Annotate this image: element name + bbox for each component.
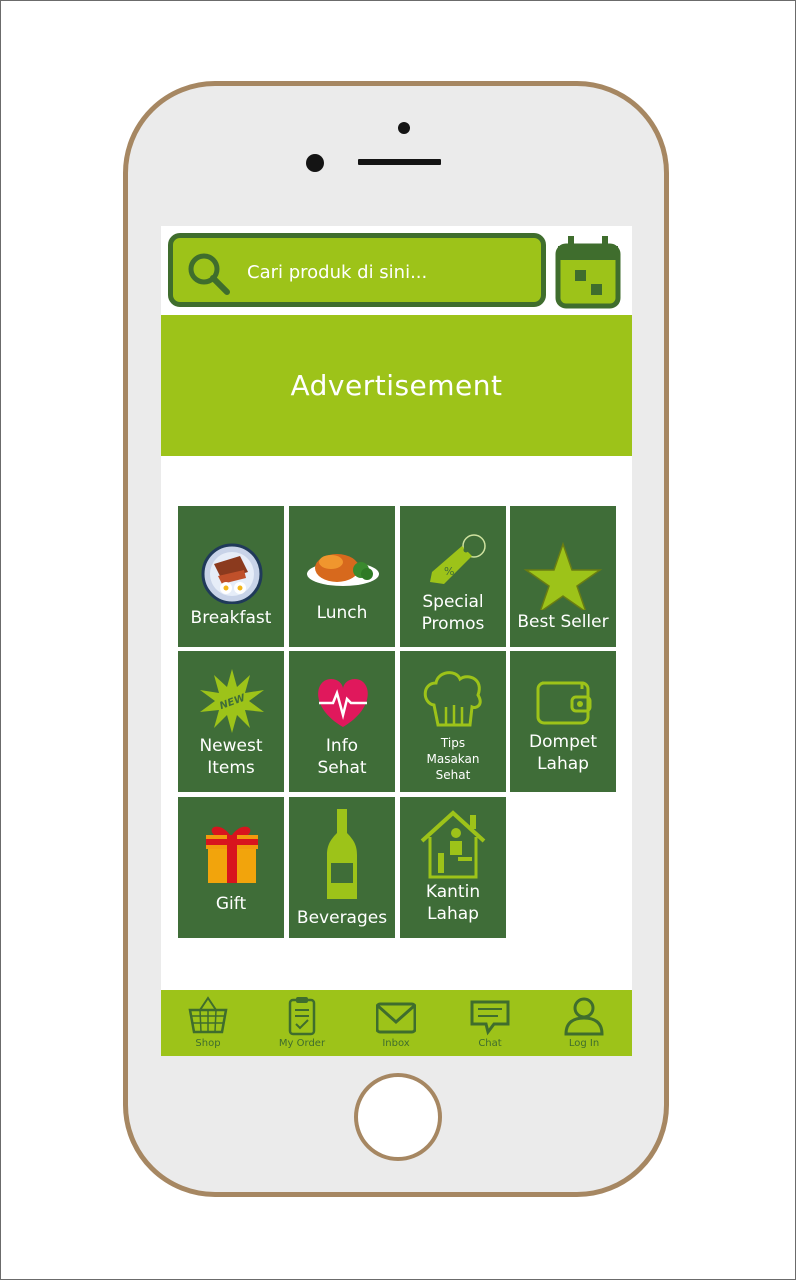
nav-label: Log In xyxy=(568,1038,600,1049)
category-label: Gift xyxy=(215,894,247,914)
price-tag-icon: % xyxy=(430,534,486,584)
envelope-icon xyxy=(376,1002,416,1034)
category-label: Beverages xyxy=(296,908,388,928)
category-dompet-lahap[interactable]: Dompet Lahap xyxy=(510,651,616,792)
bottle-icon xyxy=(327,809,357,899)
house-icon xyxy=(420,810,486,879)
category-label: Tips Masakan Sehat xyxy=(426,736,480,782)
nav-shop[interactable]: Shop xyxy=(161,990,255,1056)
star-icon xyxy=(523,541,603,610)
breakfast-plate-icon xyxy=(201,543,263,604)
roast-chicken-icon xyxy=(307,554,379,586)
app-screen: Cari produk di sini... Advertisement Bre… xyxy=(161,226,632,1056)
category-label: Breakfast xyxy=(190,608,272,628)
category-label: Kantin Lahap xyxy=(425,882,481,924)
category-newest-items[interactable]: NEW Newest Items xyxy=(178,651,284,792)
heart-pulse-icon xyxy=(318,679,368,727)
camera-dot xyxy=(398,122,410,134)
calendar-icon[interactable] xyxy=(555,234,621,310)
basket-icon xyxy=(188,996,228,1034)
category-info-sehat[interactable]: Info Sehat xyxy=(289,651,395,792)
search-icon xyxy=(188,253,230,295)
category-kantin-lahap[interactable]: Kantin Lahap xyxy=(400,797,506,938)
nav-label: Shop xyxy=(195,1038,221,1049)
category-label: Newest Items xyxy=(199,736,263,778)
user-icon xyxy=(564,997,604,1036)
nav-my-order[interactable]: My Order xyxy=(255,990,349,1056)
search-input[interactable]: Cari produk di sini... xyxy=(247,262,427,283)
search-bar[interactable]: Cari produk di sini... xyxy=(168,233,546,307)
category-label: Info Sehat xyxy=(317,736,367,778)
nav-inbox[interactable]: Inbox xyxy=(349,990,443,1056)
nav-log-in[interactable]: Log In xyxy=(537,990,631,1056)
new-badge-icon: NEW xyxy=(200,669,264,733)
bottom-navigation: Shop My Order Inbox Chat Log In xyxy=(161,990,632,1056)
category-best-seller[interactable]: Best Seller xyxy=(510,506,616,647)
category-tips-masakan-sehat[interactable]: Tips Masakan Sehat xyxy=(400,651,506,792)
category-special-promos[interactable]: % Special Promos xyxy=(400,506,506,647)
chat-bubble-icon xyxy=(470,1000,510,1036)
nav-label: Chat xyxy=(478,1038,502,1049)
category-breakfast[interactable]: Breakfast xyxy=(178,506,284,647)
home-button[interactable] xyxy=(354,1073,442,1161)
advertisement-banner[interactable]: Advertisement xyxy=(161,315,632,456)
clipboard-icon xyxy=(288,997,316,1036)
earpiece-speaker xyxy=(358,159,441,165)
category-label: Dompet Lahap xyxy=(529,732,597,774)
chef-hat-icon xyxy=(423,671,482,727)
advertisement-label: Advertisement xyxy=(290,369,503,402)
category-label: Lunch xyxy=(316,603,368,623)
gift-box-icon xyxy=(206,826,258,883)
category-beverages[interactable]: Beverages xyxy=(289,797,395,938)
wallet-icon xyxy=(536,681,592,725)
nav-label: Inbox xyxy=(382,1038,410,1049)
category-gift[interactable]: Gift xyxy=(178,797,284,938)
nav-label: My Order xyxy=(278,1038,326,1049)
category-label: Best Seller xyxy=(517,612,609,632)
category-label: Special Promos xyxy=(421,592,485,634)
nav-chat[interactable]: Chat xyxy=(443,990,537,1056)
category-lunch[interactable]: Lunch xyxy=(289,506,395,647)
promo-percent: % xyxy=(444,565,454,578)
front-camera xyxy=(306,154,324,172)
